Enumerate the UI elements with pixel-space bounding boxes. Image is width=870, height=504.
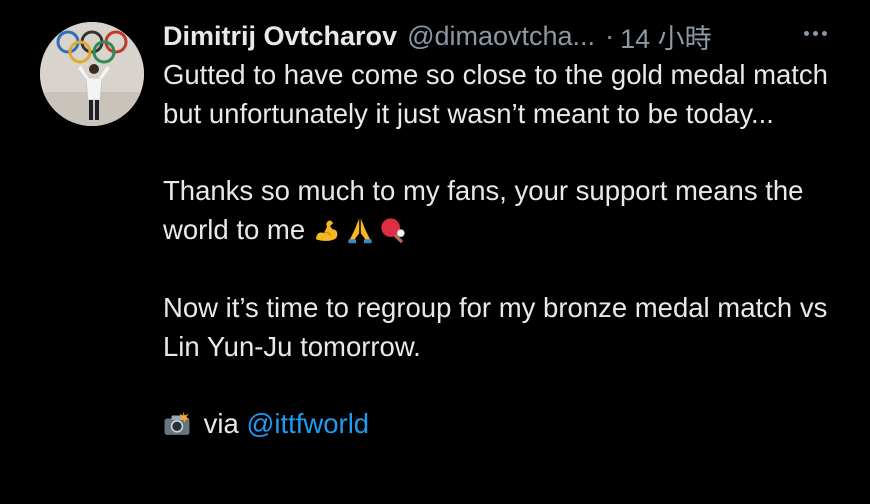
camera-flash-icon bbox=[164, 411, 190, 436]
mention-link[interactable]: @ittfworld bbox=[246, 408, 369, 439]
credit-text: via bbox=[203, 408, 239, 440]
tweet-paragraph: Thanks so much to my fans, your support … bbox=[163, 172, 843, 250]
flexed-biceps-icon bbox=[315, 220, 338, 242]
tweet-timestamp[interactable]: 14 小時 bbox=[620, 17, 712, 56]
tweet-paragraph: Now it’s time to regroup for my bronze m… bbox=[163, 291, 828, 362]
more-options-icon[interactable] bbox=[795, 18, 835, 48]
author-handle[interactable]: @dimaovtcha... bbox=[407, 21, 595, 52]
avatar[interactable] bbox=[40, 22, 144, 126]
tweet[interactable]: Dimitrij Ovtcharov @dimaovtcha... · 14 小… bbox=[0, 0, 870, 504]
tweet-paragraph-text: Thanks so much to my fans, your support … bbox=[163, 175, 804, 246]
tweet-credit: via @ittfworld bbox=[163, 405, 843, 444]
author-display-name[interactable]: Dimitrij Ovtcharov bbox=[163, 21, 397, 52]
folded-hands-icon bbox=[348, 218, 372, 244]
tweet-header: Dimitrij Ovtcharov @dimaovtcha... · 14 小… bbox=[163, 16, 843, 56]
time-separator: · bbox=[605, 20, 615, 51]
tweet-paragraph: Gutted to have come so close to the gold… bbox=[163, 59, 828, 129]
ping-pong-icon bbox=[381, 218, 405, 244]
tweet-text: Gutted to have come so close to the gold… bbox=[163, 56, 843, 444]
